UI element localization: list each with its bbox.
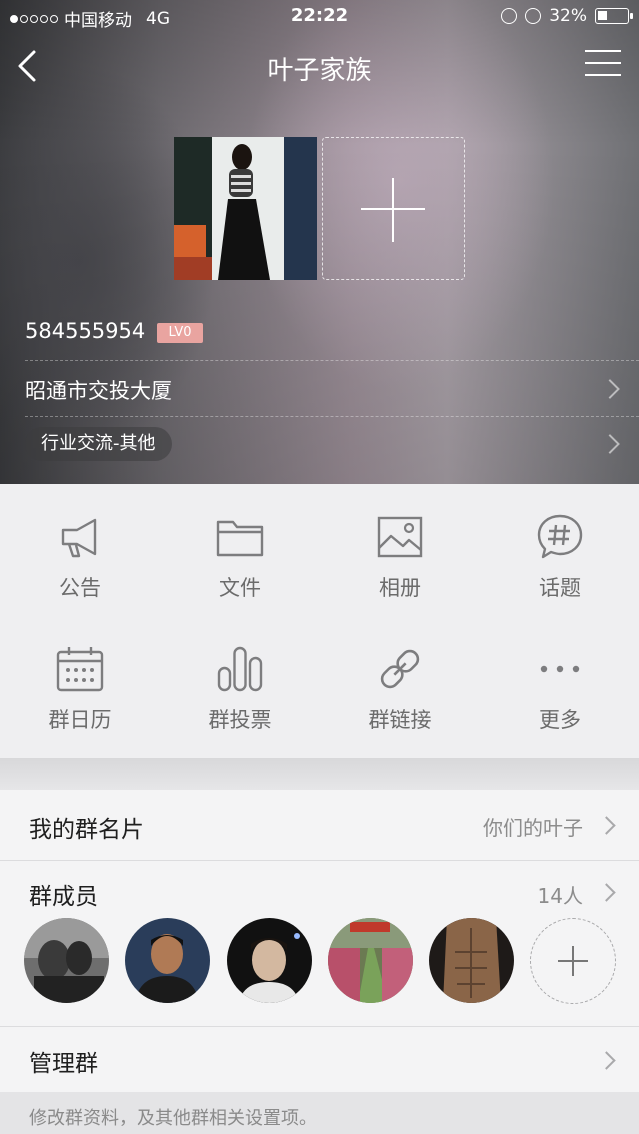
chevron-right-icon	[597, 816, 616, 835]
chevron-right-icon	[600, 379, 620, 399]
divider	[0, 1026, 639, 1027]
calendar-icon	[56, 647, 104, 692]
feature-label: 话题	[539, 576, 581, 600]
status-bar: 中国移动 4G 22:22 32%	[0, 0, 639, 34]
my-card-title[interactable]: 我的群名片	[29, 810, 144, 844]
members-title[interactable]: 群成员	[29, 877, 98, 911]
feature-label: 群链接	[368, 708, 432, 732]
feature-announcement[interactable]: 公告	[0, 484, 160, 614]
divider	[0, 860, 639, 861]
feature-more[interactable]: 更多	[480, 616, 639, 746]
description-text: 修改群资料，及其他群相关设置项。	[29, 1108, 317, 1129]
feature-vote[interactable]: 群投票	[160, 616, 320, 746]
feature-album[interactable]: 相册	[320, 484, 480, 614]
feature-label: 群投票	[208, 708, 272, 732]
link-icon	[380, 649, 420, 689]
add-member-button[interactable]	[530, 918, 616, 1004]
divider	[25, 416, 639, 417]
feature-label: 文件	[219, 576, 261, 600]
level-badge: LV0	[157, 323, 203, 343]
section-separator	[0, 758, 639, 790]
feature-grid: 公告 文件 相册 话题 群日历 群投票 群链接 更多	[0, 484, 639, 758]
feature-link[interactable]: 群链接	[320, 616, 480, 746]
group-photo[interactable]	[174, 137, 317, 280]
group-header: 中国移动 4G 22:22 32% 叶子家族 584555954 LV0 昭通市…	[0, 0, 639, 484]
battery-percent: 32%	[549, 6, 587, 26]
my-card-value[interactable]: 你们的叶子	[483, 812, 583, 841]
group-category-tag[interactable]: 行业交流-其他	[25, 427, 172, 461]
member-avatar[interactable]	[125, 918, 210, 1003]
navigation-bar: 叶子家族	[0, 36, 639, 96]
chevron-right-icon	[597, 883, 616, 902]
photo-album-icon	[377, 516, 423, 558]
member-avatar[interactable]	[429, 918, 514, 1003]
member-avatar[interactable]	[24, 918, 109, 1003]
feature-label: 公告	[59, 576, 101, 600]
manage-group-title[interactable]: 管理群	[29, 1044, 98, 1078]
group-number: 584555954	[25, 319, 146, 343]
status-right: 32%	[501, 6, 633, 26]
member-avatar[interactable]	[328, 918, 413, 1003]
feature-topics[interactable]: 话题	[480, 484, 639, 614]
rotation-lock-icon	[501, 8, 518, 24]
battery-icon	[595, 8, 633, 24]
hamburger-menu-icon[interactable]	[585, 50, 621, 80]
feature-label: 相册	[379, 576, 421, 600]
megaphone-icon	[61, 518, 97, 558]
group-settings-list: 我的群名片 你们的叶子 群成员 14人 管理群 修改群资料，及其他群相关设置项。	[0, 790, 639, 1134]
more-dots-icon	[540, 665, 580, 673]
alarm-icon	[525, 8, 542, 24]
bar-chart-icon	[217, 646, 263, 692]
feature-files[interactable]: 文件	[160, 484, 320, 614]
folder-icon	[216, 520, 264, 557]
page-title: 叶子家族	[267, 56, 372, 86]
member-avatar[interactable]	[227, 918, 312, 1003]
feature-label: 群日历	[48, 708, 112, 732]
divider	[25, 360, 639, 361]
feature-calendar[interactable]: 群日历	[0, 616, 160, 746]
add-photo-button[interactable]	[322, 137, 465, 280]
members-count[interactable]: 14人	[538, 880, 583, 909]
manage-group-description: 修改群资料，及其他群相关设置项。	[0, 1092, 639, 1134]
feature-label: 更多	[539, 708, 581, 732]
chevron-right-icon	[600, 434, 620, 454]
chevron-right-icon	[597, 1051, 616, 1070]
hashtag-bubble-icon	[537, 514, 583, 559]
group-location[interactable]: 昭通市交投大厦	[25, 375, 172, 405]
